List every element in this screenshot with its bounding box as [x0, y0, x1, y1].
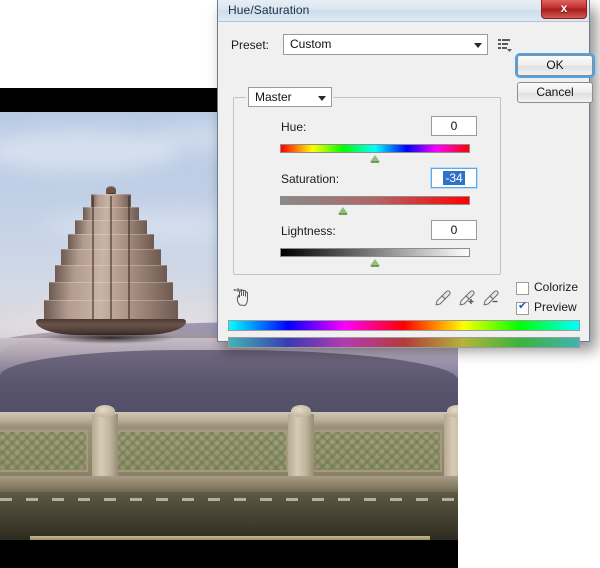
eyedropper-icon[interactable] — [433, 288, 453, 308]
dialog-title: Hue/Saturation — [228, 3, 310, 17]
dialog-titlebar[interactable]: Hue/Saturation x — [218, 0, 589, 22]
original-hue-spectrum-bar — [228, 320, 580, 331]
preset-label: Preset: — [231, 38, 270, 52]
saturation-slider-thumb[interactable] — [338, 207, 348, 215]
chevron-down-icon — [474, 43, 482, 48]
colorize-label: Colorize — [534, 280, 579, 294]
jali-screen — [312, 430, 442, 472]
gopuram-ridge — [128, 196, 130, 322]
hue-track[interactable] — [280, 144, 470, 153]
lightness-value-input[interactable]: 0 — [431, 220, 477, 240]
colorize-checkbox-box[interactable] — [516, 282, 529, 295]
channel-value: Master — [255, 90, 292, 104]
saturation-value: -34 — [443, 171, 465, 185]
preset-options-menu-icon[interactable] — [496, 36, 513, 53]
balustrade-rail — [0, 412, 458, 426]
gopuram-finial — [106, 186, 116, 194]
adjusted-hue-spectrum-bar — [228, 337, 580, 348]
gopuram-shadow — [45, 332, 177, 344]
dialog-body: Preset: Custom OK Cancel Master Hue: 0 S… — [218, 22, 593, 348]
road-marking — [0, 498, 458, 501]
preset-dropdown[interactable]: Custom — [283, 34, 488, 55]
preview-checkbox-box[interactable] — [516, 300, 529, 315]
preset-value: Custom — [290, 37, 332, 51]
eyedropper-add-icon[interactable] — [457, 288, 477, 308]
targeted-adjustment-hand-icon[interactable] — [232, 287, 255, 307]
saturation-value-input[interactable]: -34 — [431, 168, 477, 188]
lightness-value: 0 — [450, 223, 458, 237]
temple-gopuram — [36, 186, 186, 352]
gopuram-ridge — [92, 196, 94, 322]
chevron-down-icon — [318, 96, 326, 101]
lightness-label: Lightness: — [281, 224, 336, 238]
hue-saturation-dialog[interactable]: Hue/Saturation x Preset: Custom OK Cance… — [217, 0, 593, 348]
lightness-track[interactable] — [280, 248, 470, 257]
balustrade-base — [0, 476, 458, 492]
balustrade-panels — [0, 405, 458, 492]
eyedropper-subtract-icon[interactable] — [481, 288, 501, 308]
jali-screen — [0, 430, 88, 472]
ok-button[interactable]: OK — [517, 55, 593, 76]
gopuram-ridge — [110, 196, 112, 322]
hue-slider-thumb[interactable] — [370, 155, 380, 163]
lightness-slider-thumb[interactable] — [370, 259, 380, 267]
saturation-track[interactable] — [280, 196, 470, 205]
stone-balustrade — [0, 405, 458, 540]
preview-label: Preview — [534, 300, 577, 314]
hue-value-input[interactable]: 0 — [431, 116, 477, 136]
saturation-label: Saturation: — [281, 172, 340, 186]
hue-label: Hue: — [281, 120, 307, 134]
canvas-letterbox-bottom — [0, 540, 458, 568]
hue-value: 0 — [450, 119, 458, 133]
close-icon[interactable]: x — [541, 0, 587, 19]
jali-screen — [116, 430, 288, 472]
channel-dropdown[interactable]: Master — [248, 87, 332, 107]
cancel-button[interactable]: Cancel — [517, 82, 593, 103]
screen: Hue/Saturation x Preset: Custom OK Cance… — [0, 0, 600, 568]
